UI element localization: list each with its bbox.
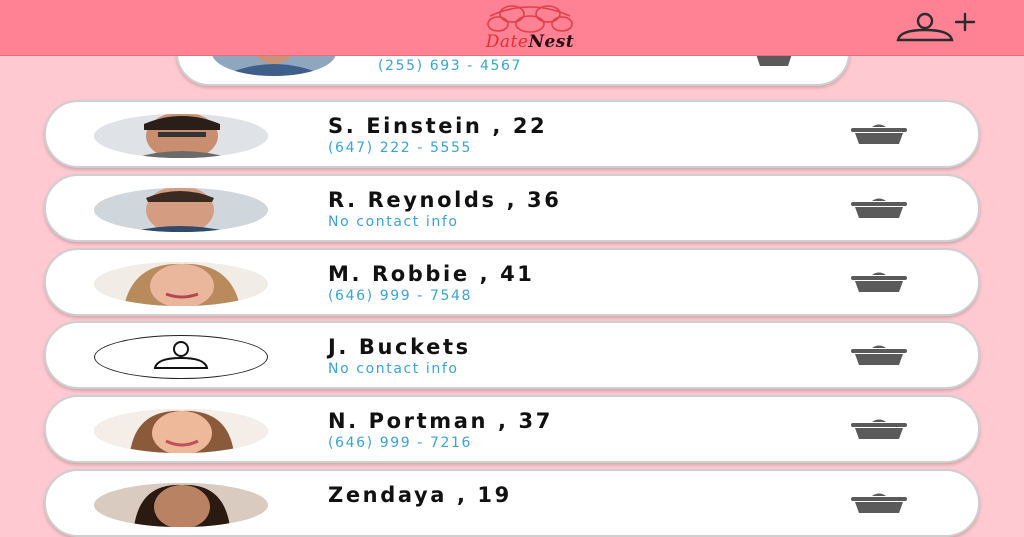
- delete-button[interactable]: [850, 270, 908, 294]
- contact-avatar: [94, 262, 268, 306]
- contact-card[interactable]: S. Einstein , 22 (647) 222 - 5555: [44, 100, 980, 168]
- contact-card[interactable]: M. Robbie , 41 (646) 999 - 7548: [44, 248, 980, 316]
- logo-text: DateNest: [444, 32, 616, 52]
- delete-icon: [851, 345, 907, 365]
- contact-card[interactable]: N. Portman , 37 (646) 999 - 7216: [44, 395, 980, 463]
- delete-icon: [851, 198, 907, 218]
- delete-button[interactable]: [850, 491, 908, 515]
- contact-phone: (255) 693 - 4567: [378, 58, 522, 74]
- contact-card[interactable]: Zendaya , 19: [44, 469, 980, 537]
- contact-name: N. Portman , 37: [328, 409, 553, 433]
- delete-icon: [851, 419, 907, 439]
- add-contact-button[interactable]: [892, 10, 978, 44]
- contact-phone: (646) 999 - 7548: [328, 288, 472, 304]
- contact-avatar: [94, 335, 268, 379]
- contact-name: Zendaya , 19: [328, 483, 512, 507]
- contact-name: S. Einstein , 22: [328, 114, 548, 138]
- contact-name: M. Robbie , 41: [328, 262, 535, 286]
- contact-avatar: [94, 483, 268, 527]
- contact-name: J. Buckets: [328, 335, 471, 359]
- contact-avatar: [94, 409, 268, 453]
- delete-button[interactable]: [850, 343, 908, 367]
- logo-knot-icon: [487, 5, 573, 33]
- contact-name: R. Reynolds , 36: [328, 188, 562, 212]
- delete-icon: [851, 493, 907, 513]
- placeholder-person-icon: [153, 341, 209, 369]
- contact-card[interactable]: J. Buckets No contact info: [44, 321, 980, 389]
- add-person-icon: [896, 12, 976, 42]
- contact-phone: (647) 222 - 5555: [328, 140, 472, 156]
- contact-phone: No contact info: [328, 361, 459, 377]
- contact-card[interactable]: R. Reynolds , 36 No contact info: [44, 174, 980, 242]
- delete-button[interactable]: [850, 196, 908, 220]
- contact-phone: No contact info: [328, 214, 459, 230]
- delete-button[interactable]: [850, 122, 908, 146]
- contact-avatar: [94, 188, 268, 232]
- contact-phone: (646) 999 - 7216: [328, 435, 472, 451]
- delete-icon: [851, 124, 907, 144]
- delete-button[interactable]: [850, 417, 908, 441]
- delete-icon: [851, 272, 907, 292]
- logo-text-nest: Nest: [528, 32, 575, 52]
- app-header: DateNest: [0, 0, 1024, 56]
- contact-avatar: [94, 114, 268, 158]
- logo-text-date: Date: [485, 32, 529, 52]
- app-logo: DateNest: [440, 2, 620, 54]
